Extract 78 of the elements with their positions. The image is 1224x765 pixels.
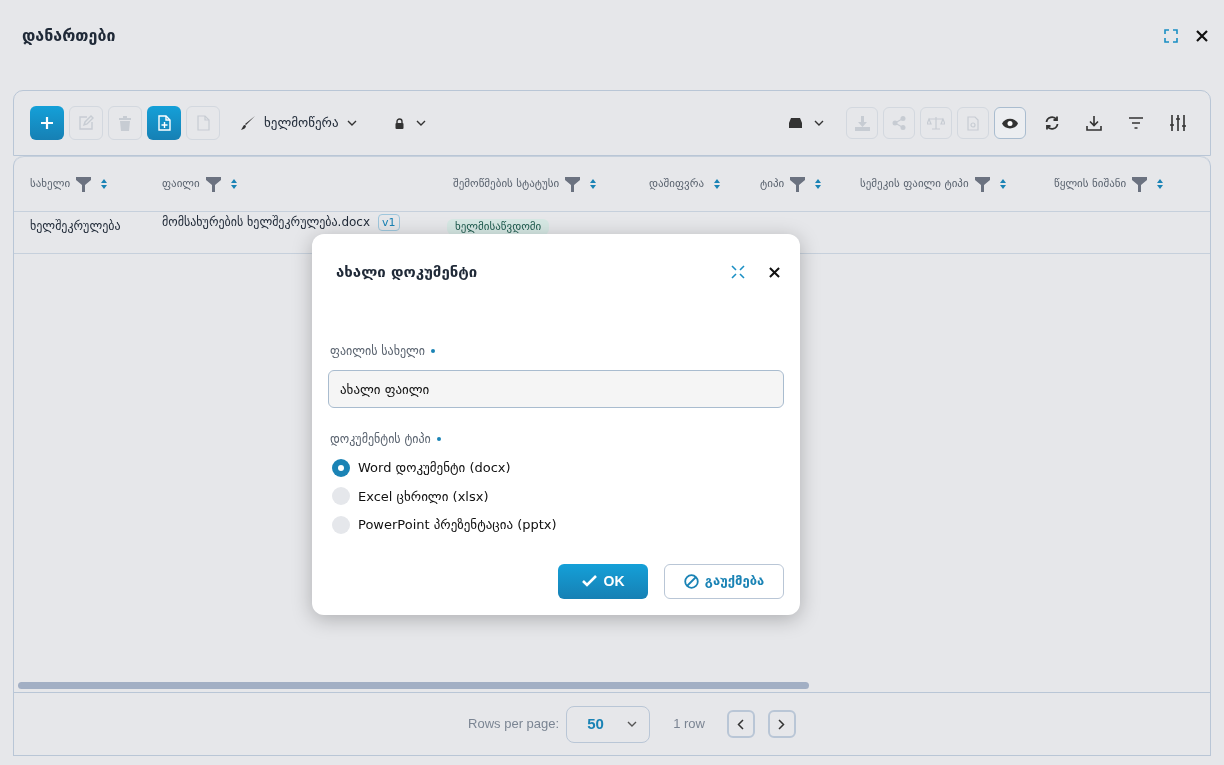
rows-per-page-select[interactable]: 50: [566, 705, 651, 743]
window-title: დანართები: [22, 25, 116, 47]
filter-icon[interactable]: [205, 176, 221, 192]
dialog-title: ახალი დოკუმენტი: [336, 261, 478, 283]
plus-icon: [40, 116, 54, 130]
file-name-label: ფაილის სახელი: [330, 343, 425, 360]
trash-icon: [119, 115, 131, 131]
horizontal-scrollbar[interactable]: [18, 682, 809, 689]
cancel-icon: [683, 573, 699, 589]
status-tag: ხელმისაწვდომი: [447, 219, 550, 235]
sliders-icon: [1169, 114, 1187, 132]
sort-icon[interactable]: [999, 179, 1006, 189]
next-page-button[interactable]: [767, 710, 796, 738]
column-header[interactable]: ტიპი: [760, 175, 785, 193]
column-header[interactable]: დაშიფვრა: [649, 175, 705, 193]
download-icon: [1086, 115, 1102, 131]
lock-icon: [394, 117, 404, 129]
add-button[interactable]: [30, 106, 64, 140]
drive-dropdown[interactable]: [789, 118, 824, 128]
radio-button[interactable]: [332, 487, 350, 506]
previous-page-button[interactable]: [726, 710, 755, 738]
eye-icon: [1002, 117, 1018, 129]
filter-icon: [1128, 117, 1144, 129]
preview-button[interactable]: [994, 107, 1026, 139]
refresh-icon: [1044, 115, 1060, 131]
option-label[interactable]: Word დოკუმენტი (docx): [358, 458, 511, 478]
cancel-button[interactable]: გაუქმება: [664, 563, 784, 599]
column-header[interactable]: სემეკის ფაილი ტიპი: [860, 175, 969, 193]
brush-icon: [240, 115, 256, 131]
file-name-field[interactable]: ახალი ფაილი: [328, 370, 784, 408]
sort-icon[interactable]: [815, 179, 822, 189]
radio-button[interactable]: [332, 515, 350, 534]
rows-per-page-label: Rows per page:: [468, 715, 560, 734]
column-header[interactable]: სახელი: [30, 175, 71, 193]
sort-icon[interactable]: [1157, 179, 1164, 189]
drive-icon: [789, 118, 802, 128]
chevron-right-icon: [778, 718, 786, 730]
sort-icon[interactable]: [714, 179, 721, 189]
sort-icon[interactable]: [590, 179, 597, 189]
caret-icon: [814, 120, 824, 126]
option-label[interactable]: PowerPoint პრეზენტაცია (pptx): [358, 515, 557, 535]
filter-icon[interactable]: [974, 176, 990, 192]
document-type-label: დოკუმენტის ტიპი: [330, 431, 431, 448]
table-cell: ხელშეკრულება: [30, 219, 121, 233]
lock-dropdown[interactable]: [394, 117, 426, 129]
expand-icon[interactable]: [731, 265, 745, 279]
row-count: 1 row: [673, 715, 705, 734]
filter-icon[interactable]: [76, 176, 92, 192]
document-icon: [196, 115, 210, 131]
document-plus-icon: [157, 115, 171, 131]
edit-icon: [78, 115, 94, 131]
filter-icon[interactable]: [1132, 176, 1148, 192]
caret-icon: [415, 120, 426, 126]
share-icon: [892, 116, 906, 130]
close-icon[interactable]: [1196, 30, 1208, 42]
scales-icon: [927, 116, 945, 130]
close-icon[interactable]: [769, 266, 780, 278]
version-badge: v1: [378, 213, 400, 231]
signature-dropdown[interactable]: ხელმოწერა: [238, 113, 359, 133]
check-icon: [581, 575, 597, 587]
document-search-icon: [967, 115, 979, 131]
caret-icon: [346, 120, 357, 126]
download-icon: [854, 115, 870, 131]
ok-button[interactable]: OK: [558, 563, 648, 599]
expand-icon[interactable]: [1164, 29, 1178, 43]
column-header[interactable]: ფაილი: [162, 175, 200, 193]
column-header[interactable]: წყლის ნიშანი: [1054, 175, 1127, 193]
sort-icon[interactable]: [230, 179, 237, 189]
caret-icon: [627, 721, 638, 727]
new-document-button[interactable]: [147, 106, 181, 140]
column-header[interactable]: შემოწმების სტატუსი: [453, 175, 560, 193]
filter-icon[interactable]: [790, 176, 806, 192]
option-label[interactable]: Excel ცხრილი (xlsx): [358, 486, 489, 506]
filter-icon[interactable]: [565, 176, 581, 192]
radio-button[interactable]: [332, 458, 350, 477]
table-cell-text: მომსახურების ხელშეკრულება.docx: [162, 214, 371, 231]
sort-icon[interactable]: [101, 179, 108, 189]
chevron-left-icon: [737, 718, 745, 730]
